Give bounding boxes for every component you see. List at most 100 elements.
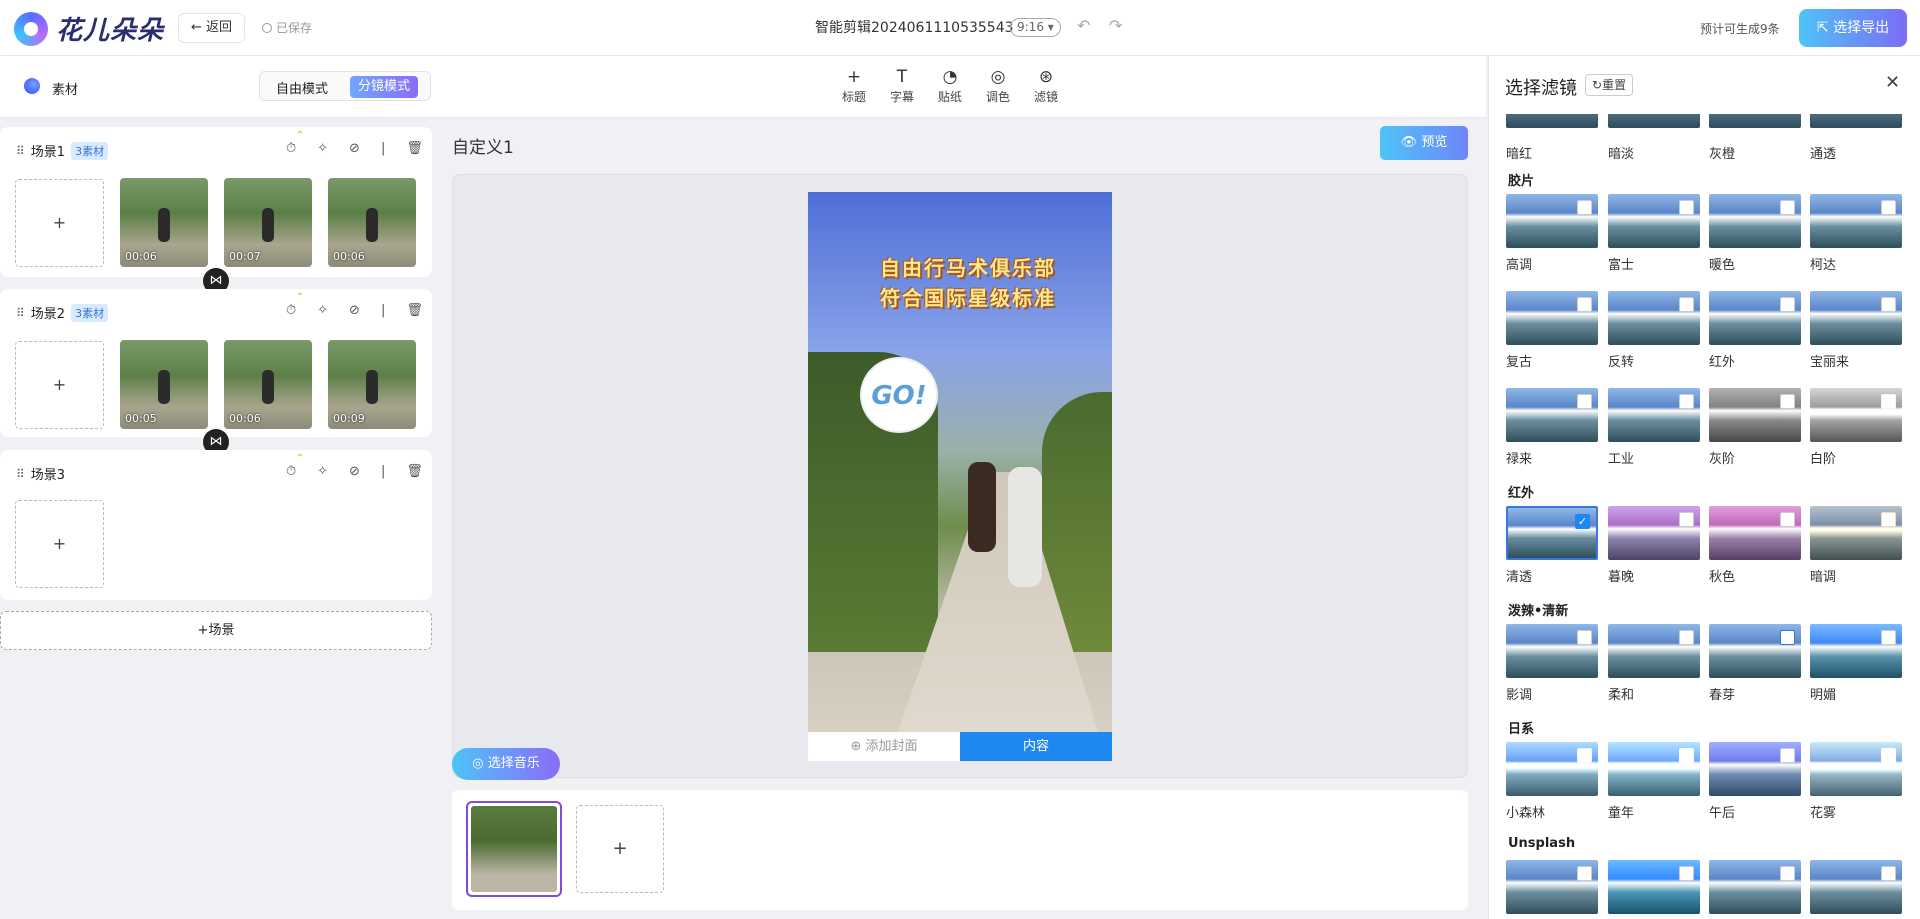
back-button[interactable]: ← 返回 — [178, 13, 246, 43]
mute-icon[interactable]: ⊘ — [349, 464, 360, 479]
filter-thumbnail[interactable] — [1506, 114, 1598, 128]
preview-button[interactable]: 👁 预览 — [1380, 126, 1468, 160]
material-tab[interactable]: 素材 — [52, 79, 78, 98]
timer-icon[interactable]: ⏱ — [286, 141, 296, 156]
clip-thumbnail[interactable]: 00:09 — [328, 340, 416, 429]
filter-item[interactable]: 秋色 — [1709, 506, 1801, 585]
undo-icon[interactable]: ↶ — [1077, 16, 1090, 35]
drag-handle-icon[interactable]: ⠿ — [16, 144, 25, 158]
tool-title[interactable]: + 标题 — [840, 66, 868, 105]
filter-item[interactable]: 影调 — [1506, 624, 1598, 703]
filter-item[interactable] — [1506, 860, 1598, 914]
select-music-button[interactable]: ◎ 选择音乐 — [452, 748, 560, 780]
tool-subtitle[interactable]: T 字幕 — [888, 66, 916, 105]
filter-thumbnail — [1810, 860, 1902, 914]
filter-item[interactable]: 柯达 — [1810, 194, 1902, 273]
reset-button[interactable]: ↻重置 — [1585, 74, 1634, 96]
clip-duration: 00:06 — [333, 250, 365, 263]
filter-item[interactable]: 小森林 — [1506, 742, 1598, 821]
filter-item[interactable]: 宝丽来 — [1810, 291, 1902, 370]
clip-thumbnail[interactable]: 00:05 — [120, 340, 208, 429]
filter-item[interactable]: 午后 — [1709, 742, 1801, 821]
clip-thumbnail[interactable]: 00:07 — [224, 178, 312, 267]
filter-item[interactable]: 高调 — [1506, 194, 1598, 273]
estimate-text: 预计可生成9条 — [1700, 22, 1780, 36]
filter-thumbnail — [1608, 388, 1700, 442]
tool-filter[interactable]: ⊛ 滤镜 — [1032, 66, 1060, 105]
close-icon[interactable]: ✕ — [1885, 72, 1900, 93]
split-mode-tab[interactable]: 分镜模式 — [350, 76, 419, 98]
filter-item[interactable]: 童年 — [1608, 742, 1700, 821]
drag-handle-icon[interactable]: ⠿ — [16, 467, 25, 481]
scene-card-1: ⌃ ⠿ 场景1 3素材 ⏱ ✧ ⊘ | 🗑 + 00:06 00:07 00:06 — [0, 127, 432, 277]
filter-item[interactable]: 复古 — [1506, 291, 1598, 370]
clip-thumbnail[interactable]: 00:06 — [224, 340, 312, 429]
filter-thumbnail — [1506, 194, 1598, 248]
delete-icon[interactable]: 🗑 — [406, 464, 423, 479]
add-clip-button[interactable]: + — [15, 179, 104, 267]
tool-color[interactable]: ◎ 调色 — [984, 66, 1012, 105]
drag-handle-icon[interactable]: ⠿ — [16, 306, 25, 320]
aspect-ratio-dropdown[interactable]: 9:16 ▾ — [1010, 18, 1061, 37]
filter-item[interactable]: 花雾 — [1810, 742, 1902, 821]
filter-thumbnail[interactable] — [1608, 114, 1700, 128]
filter-item[interactable]: 暮晚 — [1608, 506, 1700, 585]
filter-thumbnail[interactable] — [1810, 114, 1902, 128]
magic-icon[interactable]: ✧ — [317, 464, 328, 479]
timeline-clip[interactable] — [466, 801, 562, 897]
filter-item[interactable]: 工业 — [1608, 388, 1700, 467]
filter-item[interactable]: 柔和 — [1608, 624, 1700, 703]
timeline-add-button[interactable]: + — [576, 805, 664, 893]
video-preview[interactable]: 自由行马术俱乐部 符合国际星级标准 GO! — [808, 192, 1112, 732]
add-clip-button[interactable]: + — [15, 341, 104, 429]
magic-icon[interactable]: ✧ — [317, 303, 328, 318]
move-up-icon[interactable]: ⌃ — [296, 453, 304, 464]
filter-item[interactable]: 红外 — [1709, 291, 1801, 370]
free-mode-tab[interactable]: 自由模式 — [276, 78, 328, 97]
filter-item[interactable] — [1810, 860, 1902, 914]
filter-name: 春芽 — [1709, 688, 1736, 703]
filter-thumbnail — [1506, 388, 1598, 442]
magic-icon[interactable]: ✧ — [317, 141, 328, 156]
filter-item[interactable]: 暖色 — [1709, 194, 1801, 273]
rider-shape — [158, 370, 170, 404]
filter-thumbnail — [1810, 291, 1902, 345]
filter-item[interactable]: 白阶 — [1810, 388, 1902, 467]
caption-line-1[interactable]: 自由行马术俱乐部 — [848, 252, 1088, 281]
content-tab[interactable]: 内容 — [960, 732, 1112, 761]
tool-sticker[interactable]: ◔ 贴纸 — [936, 66, 964, 105]
filter-item[interactable] — [1709, 860, 1801, 914]
clip-thumbnail[interactable]: 00:06 — [328, 178, 416, 267]
move-up-icon[interactable]: ⌃ — [296, 292, 304, 303]
filter-item[interactable] — [1608, 860, 1700, 914]
check-icon: ✓ — [1575, 514, 1590, 529]
move-up-icon[interactable]: ⌃ — [296, 130, 304, 141]
filter-item[interactable]: 富士 — [1608, 194, 1700, 273]
timer-icon[interactable]: ⏱ — [286, 303, 296, 318]
export-button[interactable]: ⇱ 选择导出 — [1799, 9, 1907, 47]
add-cover-tab[interactable]: ⊕ 添加封面 — [808, 732, 960, 761]
delete-icon[interactable]: 🗑 — [406, 303, 423, 318]
mute-icon[interactable]: ⊘ — [349, 141, 360, 156]
add-clip-button[interactable]: + — [15, 500, 104, 588]
filter-thumbnail[interactable] — [1709, 114, 1801, 128]
mute-icon[interactable]: ⊘ — [349, 303, 360, 318]
filter-item[interactable]: 明媚 — [1810, 624, 1902, 703]
filter-item[interactable]: 禄来 — [1506, 388, 1598, 467]
add-scene-button[interactable]: +场景 — [0, 611, 432, 650]
filter-item-selected[interactable]: ✓ 清透 — [1506, 506, 1598, 585]
filter-name: 暮晚 — [1608, 570, 1635, 585]
checkbox-icon — [1881, 630, 1896, 645]
filter-item[interactable]: 暗调 — [1810, 506, 1902, 585]
filter-item[interactable]: 灰阶 — [1709, 388, 1801, 467]
filter-name: 反转 — [1608, 355, 1635, 370]
redo-icon[interactable]: ↷ — [1109, 16, 1122, 35]
clip-thumbnail[interactable]: 00:06 — [120, 178, 208, 267]
delete-icon[interactable]: 🗑 — [406, 141, 423, 156]
filter-item[interactable]: 春芽 — [1709, 624, 1801, 703]
filter-panel-title: 选择滤镜 — [1505, 78, 1577, 99]
caption-line-2[interactable]: 符合国际星级标准 — [848, 282, 1088, 311]
timer-icon[interactable]: ⏱ — [286, 464, 296, 479]
filter-item[interactable]: 反转 — [1608, 291, 1700, 370]
go-sticker[interactable]: GO! — [860, 357, 938, 433]
